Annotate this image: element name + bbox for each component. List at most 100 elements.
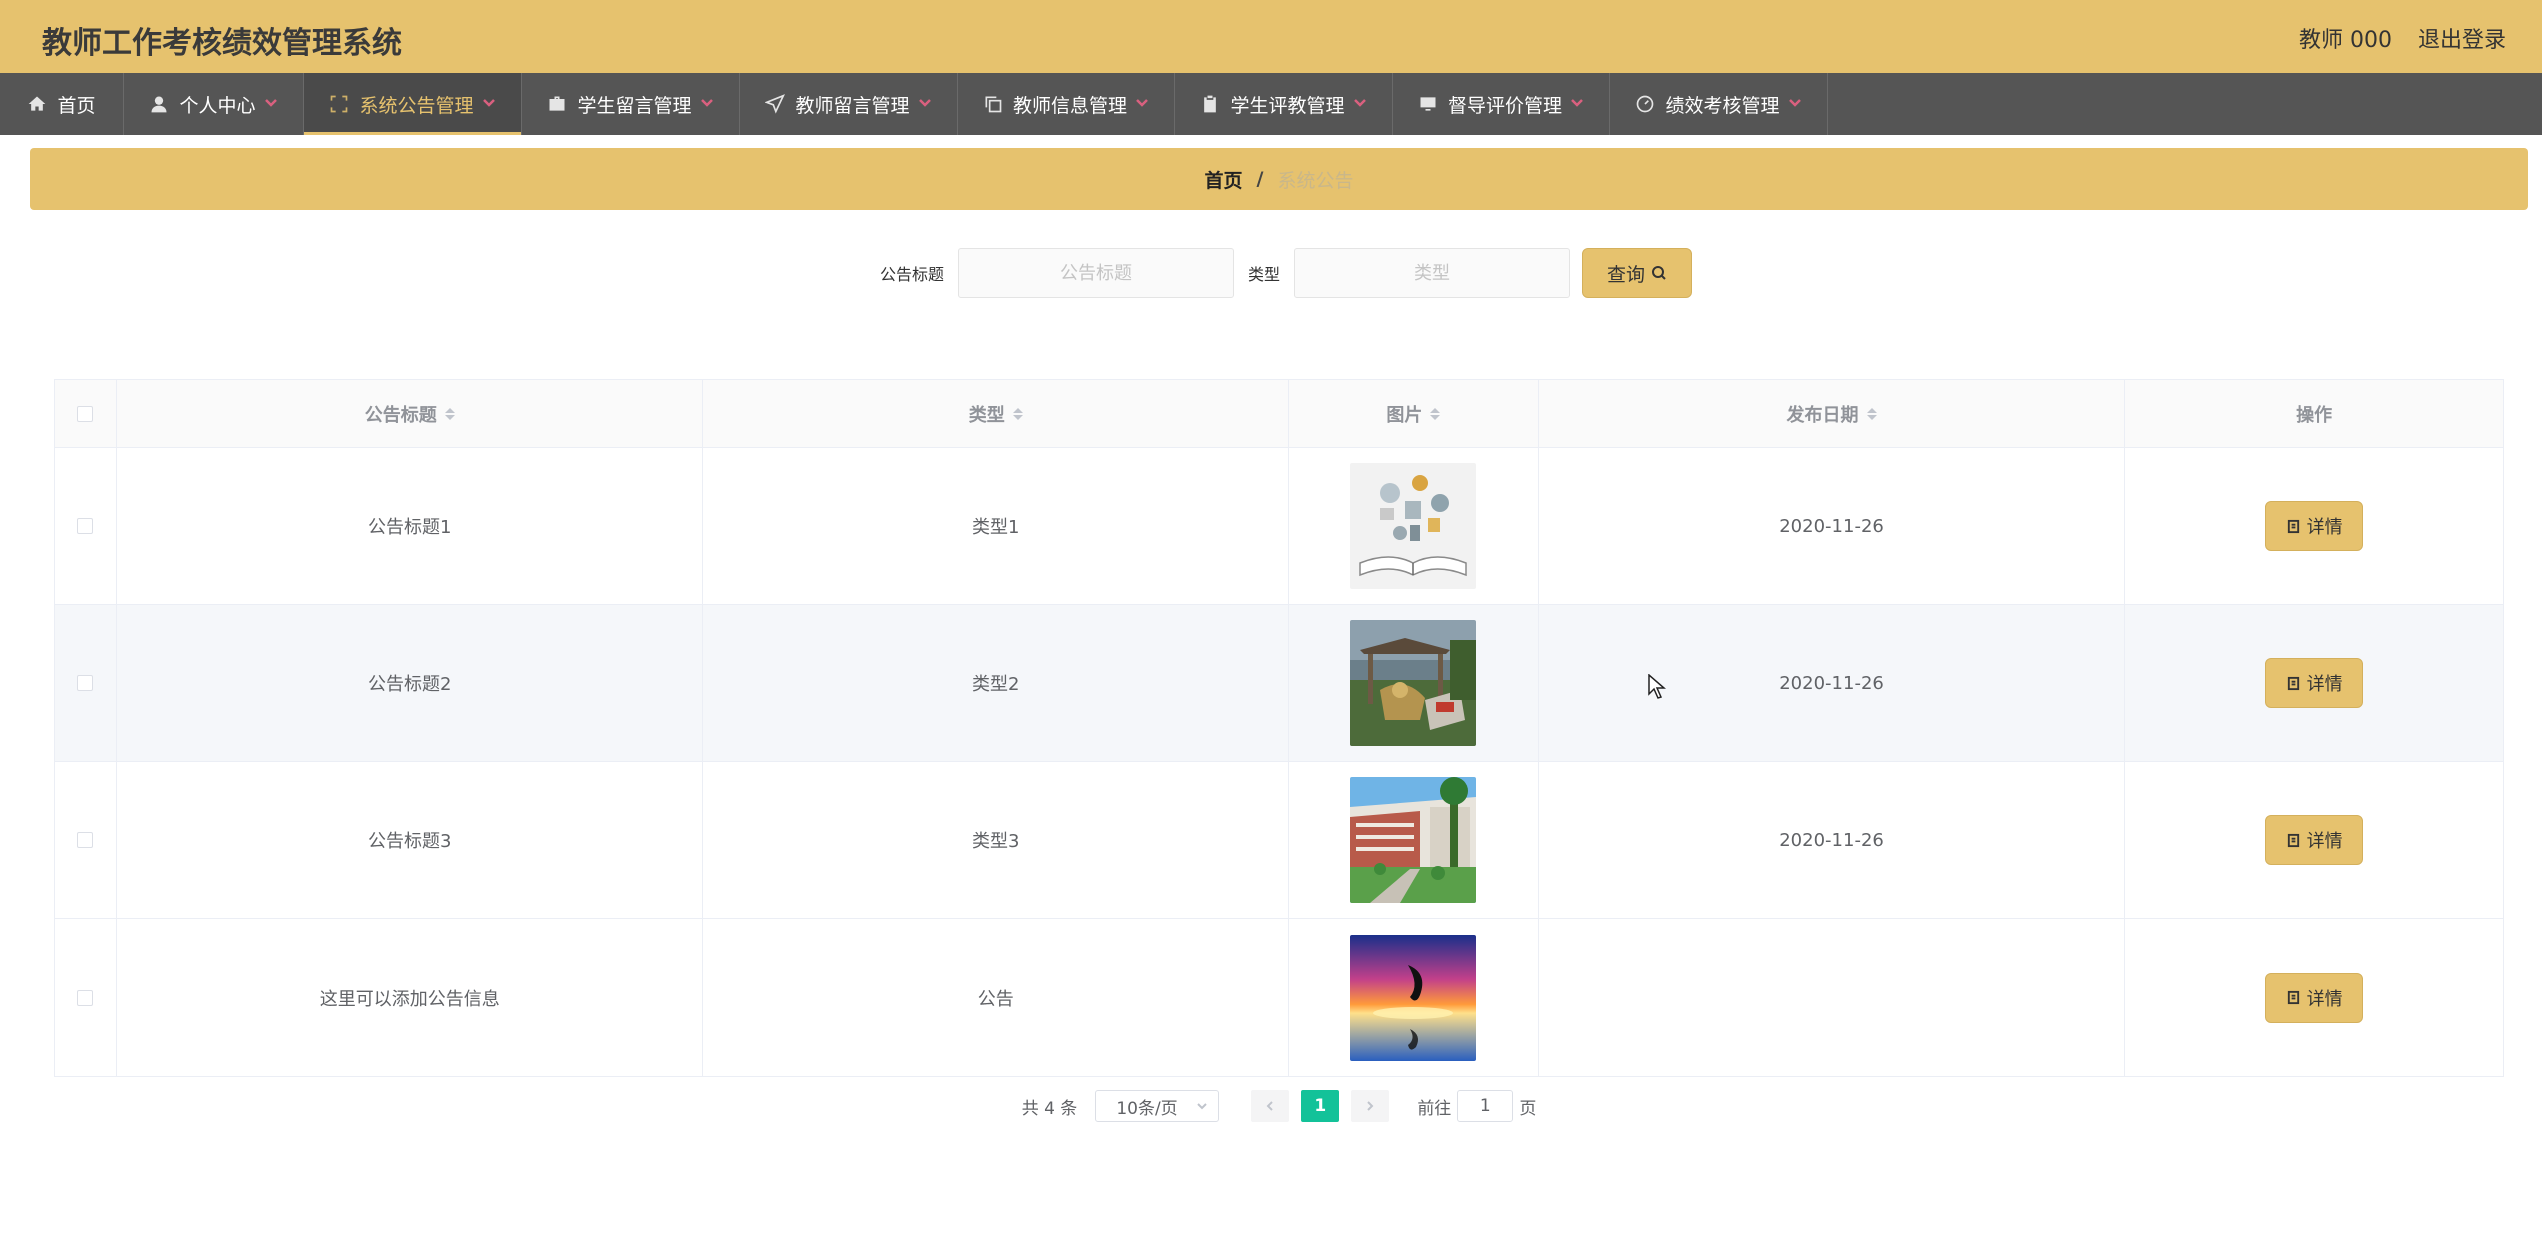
column-header-title[interactable]: 公告标题	[117, 380, 704, 447]
nav-item-supervisor-evaluation[interactable]: 督导评价管理	[1393, 73, 1610, 135]
column-header-label: 操作	[2296, 404, 2333, 426]
title-search-label: 公告标题	[879, 265, 944, 284]
row-select-cell	[55, 605, 117, 761]
sort-icon[interactable]	[1012, 407, 1023, 420]
column-header-image[interactable]: 图片	[1289, 380, 1539, 447]
type-cell: 类型3	[703, 762, 1289, 918]
table-row: 公告标题1 类型1 2020-11-26 详情	[55, 448, 2503, 605]
column-header-label: 公告标题	[364, 404, 437, 426]
user-icon	[149, 94, 169, 114]
header-select-cell	[55, 380, 117, 447]
nav-item-teacher-messages[interactable]: 教师留言管理	[740, 73, 958, 135]
select-all-checkbox[interactable]	[77, 405, 94, 422]
fullscreen-icon	[329, 94, 349, 114]
date-cell: 2020-11-26	[1539, 605, 2126, 761]
nav-item-performance-review[interactable]: 绩效考核管理	[1610, 73, 1828, 135]
next-page-button[interactable]	[1351, 1090, 1390, 1122]
nav-item-personal-center[interactable]: 个人中心	[124, 73, 304, 135]
prev-page-button[interactable]	[1251, 1090, 1290, 1122]
goto-page-input[interactable]	[1457, 1090, 1514, 1122]
query-button[interactable]: 查询	[1582, 248, 1693, 298]
page-number-current[interactable]: 1	[1301, 1090, 1340, 1122]
title-search-input[interactable]	[958, 248, 1234, 298]
date-cell	[1539, 919, 2126, 1076]
document-icon	[2287, 833, 2299, 847]
chevron-down-icon	[1353, 95, 1367, 113]
document-icon	[2287, 676, 2299, 690]
gauge-icon	[1635, 94, 1655, 114]
chevron-down-icon	[1788, 95, 1802, 113]
table-header: 公告标题 类型 图片 发布日期 操作	[55, 380, 2503, 448]
campus-pavilion-image[interactable]	[1350, 620, 1477, 746]
chevron-down-icon	[918, 95, 932, 113]
detail-button[interactable]: 详情	[2265, 972, 2364, 1023]
briefcase-icon	[547, 94, 567, 114]
row-checkbox[interactable]	[77, 675, 94, 691]
column-header-label: 类型	[968, 404, 1005, 426]
image-cell	[1289, 919, 1539, 1076]
sort-icon[interactable]	[1430, 407, 1441, 420]
row-checkbox[interactable]	[77, 518, 94, 534]
page-size-value: 10条/页	[1116, 1098, 1178, 1119]
detail-button[interactable]: 详情	[2265, 815, 2364, 865]
nav-item-label: 督导评价管理	[1447, 94, 1562, 117]
nav-item-announcements[interactable]: 系统公告管理	[304, 73, 522, 135]
chevron-down-icon	[264, 95, 278, 113]
chevron-left-icon	[1266, 1101, 1274, 1111]
sort-icon[interactable]	[1866, 407, 1877, 420]
title-cell: 这里可以添加公告信息	[117, 919, 704, 1076]
type-search-input[interactable]	[1294, 248, 1571, 298]
column-header-type[interactable]: 类型	[703, 380, 1289, 447]
column-header-label: 发布日期	[1786, 404, 1859, 426]
nav-item-label: 系统公告管理	[359, 94, 474, 117]
detail-button[interactable]: 详情	[2265, 658, 2364, 708]
clipboard-icon	[1200, 94, 1220, 114]
action-cell: 详情	[2125, 762, 2503, 918]
column-header-date[interactable]: 发布日期	[1539, 380, 2126, 447]
nav-item-label: 个人中心	[179, 94, 256, 117]
action-cell: 详情	[2125, 448, 2503, 604]
detail-button-label: 详情	[2306, 517, 2343, 538]
chevron-down-icon	[482, 95, 496, 113]
school-building-image[interactable]	[1350, 777, 1477, 903]
date-cell: 2020-11-26	[1539, 448, 2126, 604]
app-title: 教师工作考核绩效管理系统	[42, 26, 402, 61]
sort-icon[interactable]	[444, 407, 455, 420]
breadcrumb-current: 系统公告	[1277, 169, 1354, 192]
type-cell: 公告	[703, 919, 1289, 1076]
book-illustration-image[interactable]	[1350, 463, 1477, 589]
table-row: 公告标题2 类型2 2020-11-26 详情	[55, 605, 2503, 762]
nav-item-label: 教师留言管理	[795, 94, 910, 117]
home-icon	[27, 94, 47, 114]
nav-item-home[interactable]: 首页	[0, 73, 124, 135]
row-checkbox[interactable]	[77, 989, 94, 1006]
detail-button-label: 详情	[2306, 831, 2343, 852]
current-user: 教师 000	[2299, 28, 2392, 53]
chevron-down-icon	[1135, 95, 1149, 113]
nav-item-teacher-info[interactable]: 教师信息管理	[958, 73, 1175, 135]
content-panel: 公告标题 类型 查询 公告标题 类型 图片 发布日期 操作 公告标题 1 类型1	[30, 224, 2528, 1152]
total-count: 共 4 条	[1021, 1098, 1078, 1119]
row-select-cell	[55, 919, 117, 1076]
row-select-cell	[55, 448, 117, 604]
logout-link[interactable]: 退出登录	[2418, 22, 2506, 54]
page-size-select[interactable]: 10条/页	[1095, 1090, 1220, 1122]
breadcrumb-home[interactable]: 首页	[1205, 166, 1243, 193]
top-header: 教师工作考核绩效管理系统 教师 000 退出登录	[0, 0, 2542, 73]
column-header-action: 操作	[2125, 380, 2503, 447]
nav-item-student-messages[interactable]: 学生留言管理	[522, 73, 740, 135]
row-checkbox[interactable]	[77, 832, 94, 848]
dolphin-sunset-image[interactable]	[1350, 934, 1477, 1061]
image-cell	[1289, 605, 1539, 761]
nav-item-student-evaluation[interactable]: 学生评教管理	[1175, 73, 1393, 135]
pagination: 共 4 条 10条/页 1 前往 页	[30, 1090, 2528, 1122]
type-cell: 类型2	[703, 605, 1289, 761]
date-cell: 2020-11-26	[1539, 762, 2126, 918]
chevron-down-icon	[1197, 1103, 1208, 1110]
row-select-cell	[55, 762, 117, 918]
nav-item-label: 学生留言管理	[577, 94, 692, 117]
detail-button[interactable]: 详情	[2265, 501, 2364, 551]
breadcrumb: 首页 / 系统公告	[30, 148, 2528, 210]
type-cell: 类型1	[703, 448, 1289, 604]
query-button-label: 查询	[1607, 263, 1646, 286]
